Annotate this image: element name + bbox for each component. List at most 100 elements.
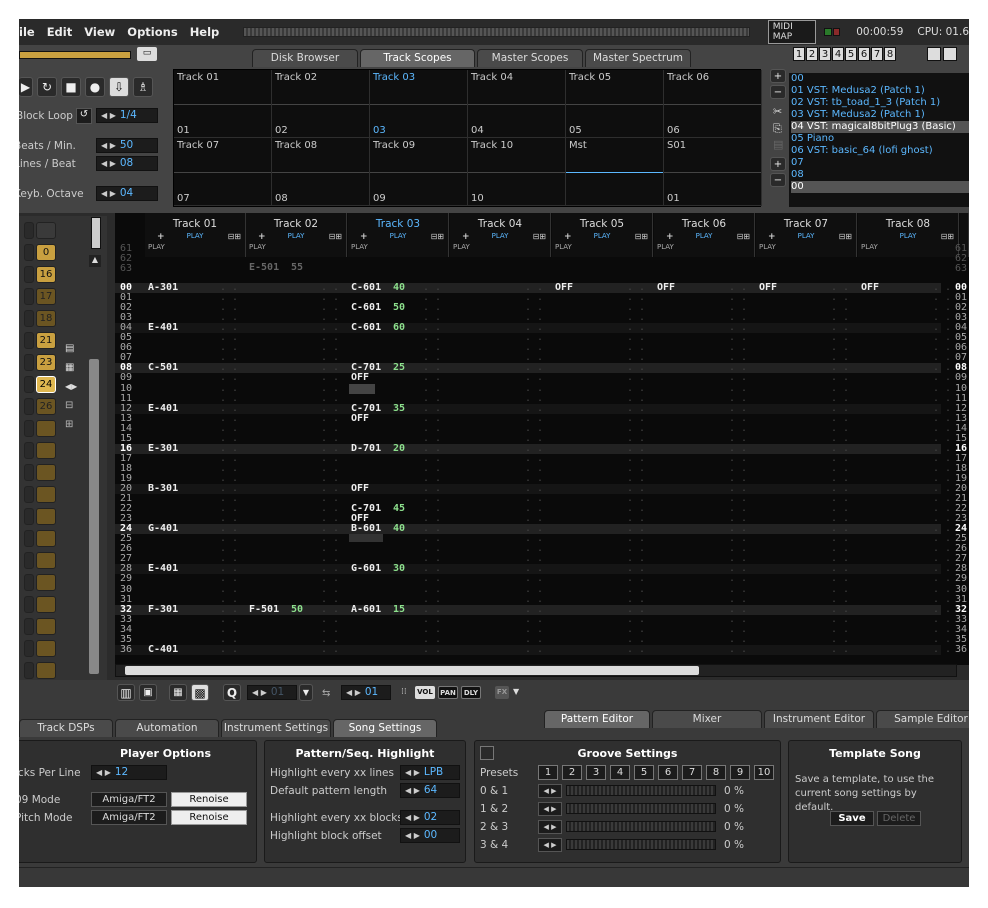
note-cell[interactable]: OFF (657, 283, 675, 293)
groove-slider[interactable] (566, 803, 716, 814)
note-cell[interactable]: OFF (351, 413, 369, 424)
groove-preset-button[interactable]: 6 (658, 765, 678, 780)
pitch-renoise-button[interactable]: Renoise (171, 810, 247, 825)
tab-mixer[interactable]: Mixer (652, 710, 762, 728)
template-save-button[interactable]: Save (830, 811, 874, 826)
mix-view-icon[interactable]: ▦ (169, 684, 187, 701)
layout-button-1[interactable]: 1 (793, 47, 805, 61)
note-cell[interactable]: C-601 (351, 323, 381, 333)
groove-preset-button[interactable]: 5 (634, 765, 654, 780)
seq-lock-icon[interactable] (91, 217, 101, 249)
tab-instrument-editor[interactable]: Instrument Editor (764, 710, 874, 728)
groove-preset-button[interactable]: 2 (562, 765, 582, 780)
sequence-slot-empty[interactable] (36, 508, 56, 525)
volume-cell[interactable]: 45 (393, 504, 405, 514)
copy-icon[interactable]: ⎘ (770, 122, 790, 136)
play-icon[interactable]: ▶ (19, 77, 33, 97)
master-volume-slider[interactable] (19, 51, 131, 59)
tab-master-spectrum[interactable]: Master Spectrum (585, 49, 691, 67)
record-icon[interactable]: ● (85, 77, 105, 97)
instrument-item[interactable]: 03 VST: Medusa2 (Patch 1) (791, 109, 969, 121)
sequence-slot-empty[interactable] (36, 640, 56, 657)
tab-pattern-editor[interactable]: Pattern Editor (544, 710, 650, 728)
groove-arrows[interactable]: ◀ ▶ (538, 784, 562, 798)
clone-pattern-icon[interactable]: ▤ (65, 339, 85, 358)
groove-slider[interactable] (566, 839, 716, 850)
note-cell[interactable]: OFF (351, 484, 369, 494)
volume-cell[interactable]: 55 (291, 262, 303, 273)
groove-preset-button[interactable]: 8 (706, 765, 726, 780)
panel-toggle-button[interactable] (927, 47, 941, 61)
sequence-slot-empty[interactable] (36, 222, 56, 239)
note-cell[interactable]: OFF (861, 283, 879, 293)
layout-button-3[interactable]: 3 (819, 47, 831, 61)
tab-disk-browser[interactable]: Disk Browser (252, 49, 358, 67)
layout-button-6[interactable]: 6 (858, 47, 870, 61)
instrument-item[interactable]: 05 Piano (791, 133, 969, 145)
bpm-field[interactable]: ◀ ▶ 50 (96, 138, 158, 153)
note-cell[interactable]: E-401 (148, 323, 178, 333)
instrument-item[interactable]: 02 VST: tb_toad_1_3 (Patch 1) (791, 97, 969, 109)
tab-master-scopes[interactable]: Master Scopes (477, 49, 583, 67)
note-cell[interactable]: E-401 (148, 403, 178, 414)
note-cell[interactable]: E-401 (148, 564, 178, 574)
groove-slider[interactable] (566, 821, 716, 832)
sequence-slot-empty[interactable] (36, 662, 56, 679)
block-loop-toggle[interactable]: ↺ (76, 108, 92, 124)
sequence-slot[interactable]: 21 (36, 332, 56, 349)
note-cell[interactable]: C-501 (148, 363, 178, 373)
menu-view[interactable]: View (78, 25, 121, 39)
hl-lines-field[interactable]: ◀ ▶ LPB (400, 765, 460, 780)
sequence-slot-empty[interactable] (36, 552, 56, 569)
groove-preset-button[interactable]: 4 (610, 765, 630, 780)
track-minus-plus-icon[interactable]: ⊟⊞ (737, 232, 750, 241)
track-header[interactable]: Track 04 + PLAY ⊟⊞ PLAY (450, 213, 551, 257)
metronome-icon[interactable]: ♗ (133, 77, 153, 97)
sequence-slot[interactable]: 24 (36, 376, 56, 393)
follow-icon[interactable]: ⇩ (109, 77, 129, 97)
loop-icon[interactable]: ↻ (37, 77, 57, 97)
track-header[interactable]: Track 01 + PLAY ⊟⊞ PLAY (145, 213, 246, 257)
tab-track-scopes[interactable]: Track Scopes (360, 49, 475, 67)
sequence-slot[interactable]: 17 (36, 288, 56, 305)
track-header[interactable]: Track 08 PLAY ⊟⊞ PLAY (858, 213, 959, 257)
add-pattern-icon[interactable]: ▦ (65, 358, 85, 377)
ticks-per-line-field[interactable]: ◀ ▶ 12 (91, 765, 167, 780)
instrument-item[interactable]: 00 (791, 73, 969, 85)
volume-cell[interactable]: 60 (393, 323, 405, 333)
paste-icon[interactable]: ▤ (770, 138, 790, 151)
stop-icon[interactable]: ■ (61, 77, 81, 97)
remove-instrument-icon[interactable]: − (770, 85, 786, 99)
dropdown-icon[interactable]: ▼ (299, 684, 313, 701)
track-minus-plus-icon[interactable]: ⊟⊞ (228, 232, 241, 241)
groove-enable-checkbox[interactable] (480, 746, 494, 760)
menu-options[interactable]: Options (121, 25, 183, 39)
volume-cell[interactable]: 50 (291, 604, 303, 615)
hl-blocks-field[interactable]: ◀ ▶ 02 (400, 810, 460, 825)
tab-automation[interactable]: Automation (115, 719, 219, 737)
note-cell[interactable]: C-601 (351, 283, 381, 293)
remove-instrument-icon-2[interactable]: − (770, 173, 786, 187)
track-minus-plus-icon[interactable]: ⊟⊞ (431, 232, 444, 241)
groove-arrows[interactable]: ◀ ▶ (538, 838, 562, 852)
track-minus-plus-icon[interactable]: ⊟⊞ (839, 232, 852, 241)
volume-cell[interactable]: 50 (393, 303, 405, 313)
sequence-slot-empty[interactable] (36, 442, 56, 459)
template-delete-button[interactable]: Delete (877, 811, 921, 826)
sequence-slot[interactable]: 18 (36, 310, 56, 327)
block-loop-select[interactable]: ◀ ▶ 1/4 (96, 108, 158, 123)
volume-cell[interactable]: 25 (393, 363, 405, 373)
midi-map-button[interactable]: MIDI MAP (767, 20, 817, 44)
tab-song-settings[interactable]: Song Settings (333, 719, 437, 737)
note-cell[interactable]: B-601 (351, 524, 381, 534)
groove-preset-button[interactable]: 1 (538, 765, 558, 780)
groove-preset-button[interactable]: 7 (682, 765, 702, 780)
layout-button-5[interactable]: 5 (845, 47, 857, 61)
note-cell[interactable]: D-701 (351, 443, 381, 454)
sequence-slot-empty[interactable] (36, 574, 56, 591)
vol-column-toggle[interactable]: VOL (415, 686, 435, 699)
keyboard-icon[interactable]: ▭ (137, 47, 157, 61)
seq-scroll-up-icon[interactable]: ▲ (89, 255, 101, 267)
track-minus-plus-icon[interactable]: ⊟⊞ (941, 232, 954, 241)
layout-button-2[interactable]: 2 (806, 47, 818, 61)
